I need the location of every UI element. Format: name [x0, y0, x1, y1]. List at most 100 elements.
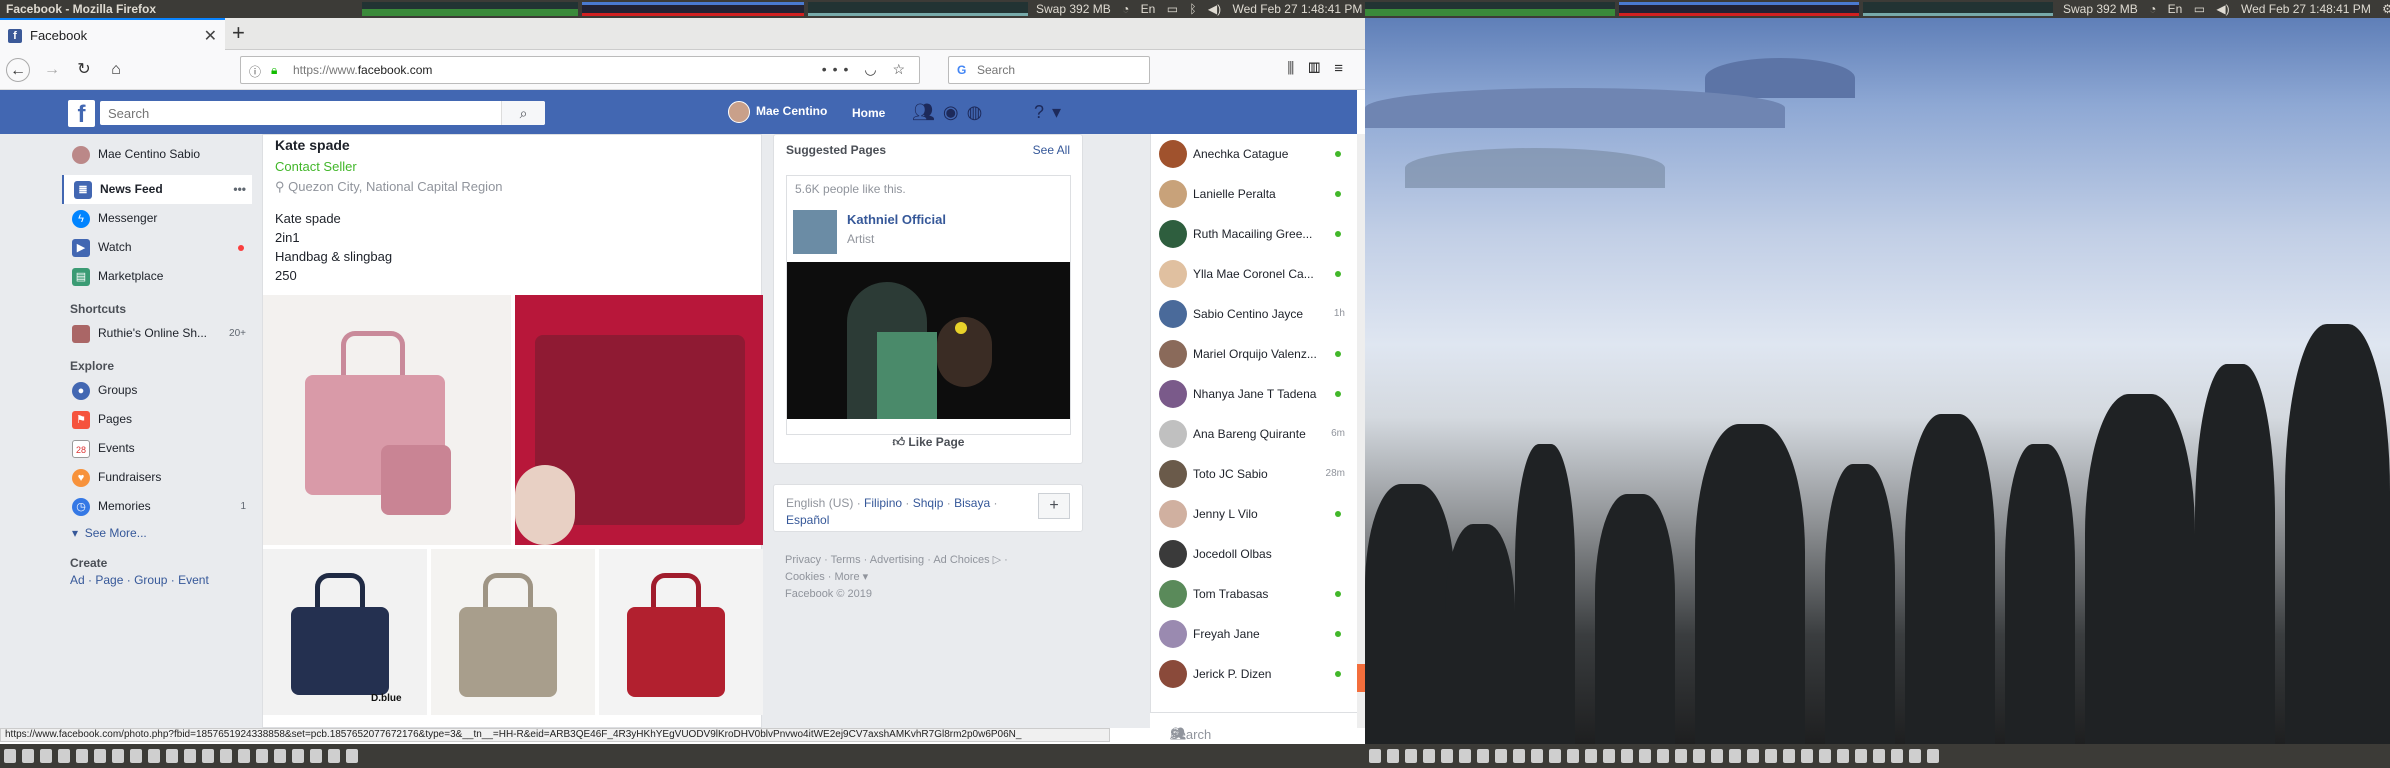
- language-link[interactable]: Filipino: [864, 496, 902, 510]
- keyboard-icon[interactable]: En: [2168, 2, 2183, 16]
- chat-contact[interactable]: Tom Trabasas: [1151, 574, 1357, 614]
- language-link[interactable]: Shqip: [913, 496, 944, 510]
- taskbar-window-icon[interactable]: [1567, 749, 1579, 763]
- chat-contact[interactable]: Sabio Centino Jayce 1h: [1151, 294, 1357, 334]
- browser-search-input[interactable]: [977, 61, 1142, 79]
- search-icon[interactable]: ⌕: [501, 101, 545, 125]
- taskbar-window-icon[interactable]: [184, 749, 196, 763]
- close-tab-icon[interactable]: ✕: [204, 26, 217, 46]
- taskbar-window-icon[interactable]: [1585, 749, 1597, 763]
- page-cover-photo[interactable]: [787, 262, 1070, 419]
- taskbar-window-icon[interactable]: [1513, 749, 1525, 763]
- taskbar-window-icon[interactable]: [1693, 749, 1705, 763]
- scrollbar[interactable]: [1357, 134, 1365, 728]
- sidebar-item-groups[interactable]: ● Groups: [62, 376, 252, 405]
- post-photo[interactable]: [431, 549, 595, 715]
- page-thumbnail[interactable]: [793, 210, 837, 254]
- taskbar-window-icon[interactable]: [1441, 749, 1453, 763]
- taskbar-window-icon[interactable]: [1711, 749, 1723, 763]
- taskbar-window-icon[interactable]: [76, 749, 88, 763]
- chat-contact[interactable]: Toto JC Sabio 28m: [1151, 454, 1357, 494]
- notifications-globe-icon[interactable]: ◍: [967, 102, 991, 122]
- taskbar-window-icon[interactable]: [1891, 749, 1903, 763]
- chat-contact[interactable]: Ana Bareng Quirante 6m: [1151, 414, 1357, 454]
- create-event-link[interactable]: Event: [178, 573, 209, 587]
- url-text[interactable]: https://www.facebook.com: [293, 63, 432, 77]
- contact-seller-link[interactable]: Contact Seller: [275, 159, 357, 174]
- facebook-logo-icon[interactable]: f: [68, 100, 95, 128]
- taskbar-window-icon[interactable]: [1801, 749, 1813, 763]
- chat-contact[interactable]: Jerick P. Dizen: [1151, 654, 1357, 694]
- taskbar-window-icon[interactable]: [1819, 749, 1831, 763]
- taskbar-window-icon[interactable]: [1765, 749, 1777, 763]
- friend-requests-icon[interactable]: 👥︎: [912, 102, 943, 122]
- sidebar-item-marketplace[interactable]: ▤ Marketplace: [62, 262, 252, 291]
- help-icon[interactable]: ?: [1034, 102, 1052, 122]
- sidebar-icon[interactable]: ▥: [1308, 60, 1334, 77]
- volume-icon[interactable]: ◀): [1208, 2, 1221, 16]
- chat-contact[interactable]: Mariel Orquijo Valenz...: [1151, 334, 1357, 374]
- sidebar-item-fundraisers[interactable]: ♥ Fundraisers: [62, 463, 252, 492]
- taskbar-window-icon[interactable]: [292, 749, 304, 763]
- taskbar-window-icon[interactable]: [94, 749, 106, 763]
- chat-search[interactable]: ⌕ Search ⚙ ✎ 👥︎: [1150, 712, 1357, 742]
- sidebar-item-events[interactable]: 28 Events: [62, 434, 252, 463]
- sidebar-item-messenger[interactable]: ϟ Messenger: [62, 204, 252, 233]
- taskbar-window-icon[interactable]: [1423, 749, 1435, 763]
- forward-icon[interactable]: →: [40, 58, 64, 82]
- like-page-button[interactable]: 👍︎ Like Page: [786, 435, 1071, 450]
- taskbar-window-icon[interactable]: [310, 749, 322, 763]
- messenger-icon[interactable]: ◉: [943, 102, 967, 122]
- sidebar-profile[interactable]: Mae Centino Sabio: [62, 140, 252, 169]
- see-more-link[interactable]: ▾ See More...: [62, 521, 252, 545]
- taskbar-window-icon[interactable]: [1675, 749, 1687, 763]
- footer-links-2[interactable]: Cookies · More ▾: [785, 569, 1075, 586]
- taskbar-window-icon[interactable]: [346, 749, 358, 763]
- wifi-icon[interactable]: ◔: [1122, 2, 1129, 16]
- clock[interactable]: Wed Feb 27 1:48:41 PM: [2241, 2, 2371, 16]
- language-link[interactable]: Español: [786, 513, 829, 527]
- taskbar-window-icon[interactable]: [274, 749, 286, 763]
- fb-search-box[interactable]: ⌕: [100, 101, 545, 125]
- fb-search-input[interactable]: [108, 104, 498, 122]
- chat-contact[interactable]: Anechka Catague: [1151, 134, 1357, 174]
- taskbar-window-icon[interactable]: [1783, 749, 1795, 763]
- sidebar-item-pages[interactable]: ⚑ Pages: [62, 405, 252, 434]
- more-languages-button[interactable]: +: [1038, 493, 1070, 519]
- info-icon[interactable]: ⓘ: [249, 63, 261, 80]
- chat-contact[interactable]: Lanielle Peralta: [1151, 174, 1357, 214]
- footer-links[interactable]: Privacy · Terms · Advertising · Ad Choic…: [785, 552, 1075, 569]
- taskbar-window-icon[interactable]: [1747, 749, 1759, 763]
- post-photo[interactable]: [263, 295, 511, 545]
- taskbar-window-icon[interactable]: [1531, 749, 1543, 763]
- settings-gear-icon[interactable]: ⚙: [2382, 2, 2390, 16]
- taskbar-window-icon[interactable]: [1369, 749, 1381, 763]
- bluetooth-icon[interactable]: ᛒ: [1189, 2, 1196, 16]
- taskbar-window-icon[interactable]: [1837, 749, 1849, 763]
- taskbar-window-icon[interactable]: [1927, 749, 1939, 763]
- account-dropdown-icon[interactable]: ▾: [1052, 102, 1069, 122]
- post-photo[interactable]: [599, 549, 763, 715]
- taskbar-window-icon[interactable]: [4, 749, 16, 763]
- battery-icon[interactable]: ▭: [1167, 2, 1178, 16]
- url-bar[interactable]: ⓘ 🔒︎ https://www.facebook.com ••• ◡ ☆: [240, 56, 920, 84]
- chat-contact[interactable]: Jenny L Vilo: [1151, 494, 1357, 534]
- post-title[interactable]: Kate spade: [275, 137, 350, 153]
- chat-contact[interactable]: Jocedoll Olbas: [1151, 534, 1357, 574]
- taskbar-window-icon[interactable]: [1855, 749, 1867, 763]
- taskbar-window-icon[interactable]: [1603, 749, 1615, 763]
- chat-contact[interactable]: Nhanya Jane T Tadena: [1151, 374, 1357, 414]
- taskbar-window-icon[interactable]: [166, 749, 178, 763]
- language-link[interactable]: Bisaya: [954, 496, 990, 510]
- taskbar-window-icon[interactable]: [1405, 749, 1417, 763]
- create-page-link[interactable]: Page: [95, 573, 123, 587]
- tab-facebook[interactable]: f Facebook ✕: [0, 18, 225, 50]
- page-name[interactable]: Kathniel Official: [847, 212, 946, 227]
- wifi-icon[interactable]: ◔: [2149, 2, 2156, 16]
- home-icon[interactable]: ⌂: [104, 58, 128, 82]
- taskbar-window-icon[interactable]: [1873, 749, 1885, 763]
- lock-icon[interactable]: 🔒︎: [271, 63, 277, 78]
- sidebar-item-news-feed[interactable]: ≣ News Feed •••: [62, 175, 252, 204]
- taskbar-window-icon[interactable]: [1477, 749, 1489, 763]
- clock[interactable]: Wed Feb 27 1:48:41 PM: [1233, 2, 1363, 16]
